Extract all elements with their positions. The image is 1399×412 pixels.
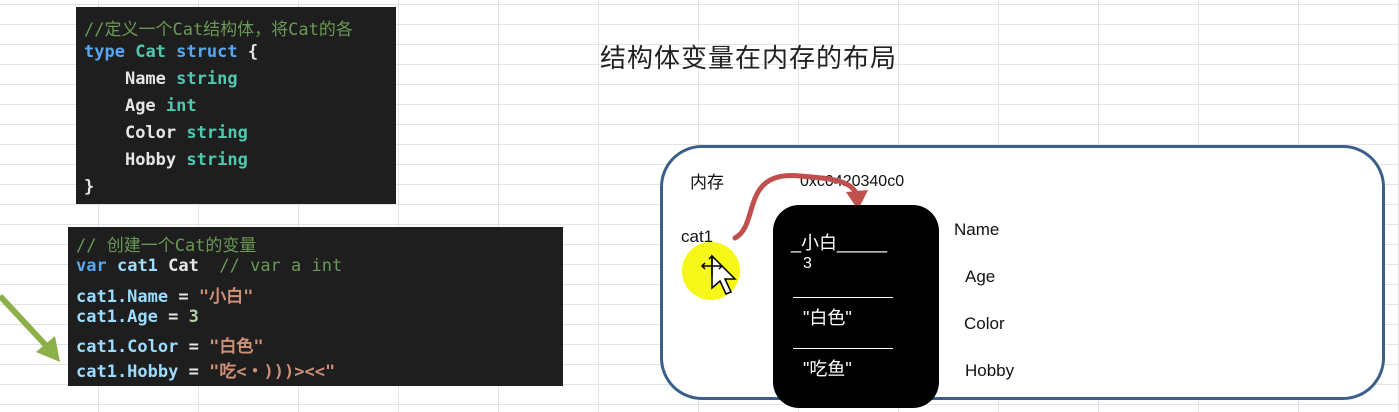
annotation-overlay — [0, 173, 868, 362]
field-label-age: Age — [965, 267, 996, 286]
field-label-name: Name — [954, 220, 1000, 239]
cell-value-age: 3 — [803, 255, 812, 272]
variable-label: cat1 — [681, 227, 714, 246]
green-arrow-line — [0, 293, 55, 355]
field-label-color: Color — [964, 314, 1005, 333]
cell-divider — [793, 348, 893, 349]
cell-value-name: _小白_____ — [791, 233, 888, 253]
cell-value-hobby: "吃鱼" — [803, 359, 852, 379]
cell-value-color: "白色" — [803, 308, 852, 328]
memory-cell: _小白_____ 3 "白色" "吃鱼" — [773, 205, 939, 408]
field-label-hobby: Hobby — [965, 361, 1015, 380]
cell-divider — [793, 297, 893, 298]
